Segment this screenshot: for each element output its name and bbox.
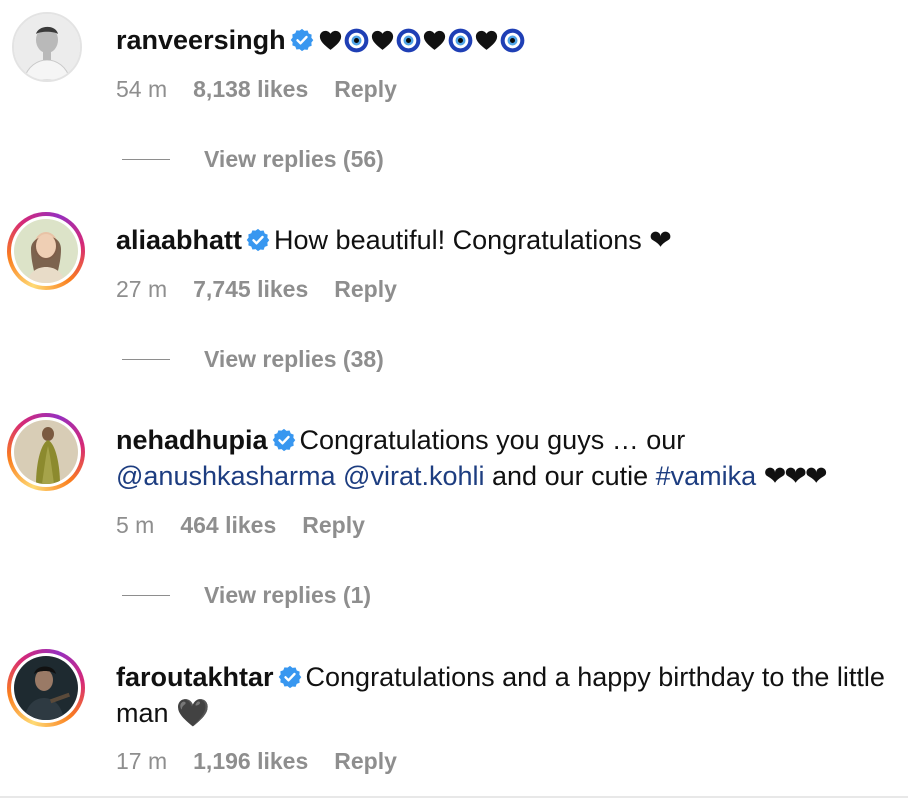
- reply-button[interactable]: Reply: [334, 276, 397, 303]
- verified-badge-icon: [272, 428, 296, 452]
- hearts-text: ❤❤❤: [763, 461, 828, 491]
- view-replies-label: View replies (38): [204, 346, 384, 372]
- username[interactable]: nehadhupia: [116, 425, 268, 455]
- avatar-inner: [11, 417, 81, 487]
- nazar-amulet-icon: [448, 28, 473, 53]
- verified-badge-icon: [290, 28, 314, 52]
- username[interactable]: faroutakhtar: [116, 662, 274, 692]
- reply-button[interactable]: Reply: [302, 512, 365, 539]
- black-heart-icon: [370, 28, 395, 53]
- view-replies-label: View replies (1): [204, 582, 372, 608]
- username[interactable]: ranveersingh: [116, 25, 286, 55]
- avatar-inner: [11, 216, 81, 286]
- verified-badge-icon: [278, 665, 302, 689]
- avatar[interactable]: [12, 12, 82, 82]
- reply-button[interactable]: Reply: [334, 748, 397, 775]
- aliaabhatt-avatar-image: [14, 219, 78, 283]
- comment-meta: 54 m 8,138 likes Reply: [116, 76, 397, 103]
- mention-link[interactable]: @anushkasharma: [116, 461, 336, 491]
- avatar-inner: [11, 653, 81, 723]
- mention-link[interactable]: @virat.kohli: [343, 461, 484, 491]
- comment-text: and our cutie: [492, 461, 649, 491]
- likes-count[interactable]: 1,196 likes: [193, 748, 308, 775]
- avatar[interactable]: [7, 413, 85, 491]
- timestamp: 54 m: [116, 76, 168, 102]
- divider-line: [122, 158, 170, 161]
- view-replies-button[interactable]: View replies (1): [122, 582, 371, 609]
- verified-badge-icon: [246, 228, 270, 252]
- comment-meta: 27 m 7,745 likes Reply: [116, 276, 397, 303]
- view-replies-button[interactable]: View replies (38): [122, 346, 384, 373]
- view-replies-button[interactable]: View replies (56): [122, 146, 384, 173]
- comment-meta: 5 m 464 likes Reply: [116, 512, 365, 539]
- avatar[interactable]: [7, 649, 85, 727]
- nazar-amulet-icon: [344, 28, 369, 53]
- timestamp: 5 m: [116, 512, 155, 538]
- comment-body: nehadhupia Congratulations you guys … our…: [116, 422, 890, 494]
- hashtag-link[interactable]: #vamika: [656, 461, 757, 491]
- comment-body: ranveersingh: [116, 22, 890, 58]
- black-heart-icon: [318, 28, 343, 53]
- ranveersingh-avatar-image: [14, 14, 80, 80]
- comment-meta: 17 m 1,196 likes Reply: [116, 748, 397, 775]
- divider-line: [122, 358, 170, 361]
- emoji-string: [318, 28, 525, 53]
- likes-count[interactable]: 464 likes: [180, 512, 276, 539]
- nazar-amulet-icon: [500, 28, 525, 53]
- avatar[interactable]: [7, 212, 85, 290]
- likes-count[interactable]: 8,138 likes: [193, 76, 308, 103]
- likes-count[interactable]: 7,745 likes: [193, 276, 308, 303]
- timestamp: 27 m: [116, 276, 168, 302]
- comment-text: How beautiful! Congratulations ❤: [274, 225, 672, 255]
- comment-text: Congratulations you guys … our: [299, 425, 686, 455]
- black-heart-icon: [474, 28, 499, 53]
- nazar-amulet-icon: [396, 28, 421, 53]
- faroutakhtar-avatar-image: [14, 656, 78, 720]
- reply-button[interactable]: Reply: [334, 76, 397, 103]
- username[interactable]: aliaabhatt: [116, 225, 242, 255]
- comment-body: faroutakhtar Congratulations and a happy …: [116, 659, 890, 731]
- divider-line: [122, 594, 170, 597]
- comment-body: aliaabhatt How beautiful! Congratulations…: [116, 222, 890, 258]
- view-replies-label: View replies (56): [204, 146, 384, 172]
- black-heart-icon: [422, 28, 447, 53]
- timestamp: 17 m: [116, 748, 168, 774]
- nehadhupia-avatar-image: [14, 420, 78, 484]
